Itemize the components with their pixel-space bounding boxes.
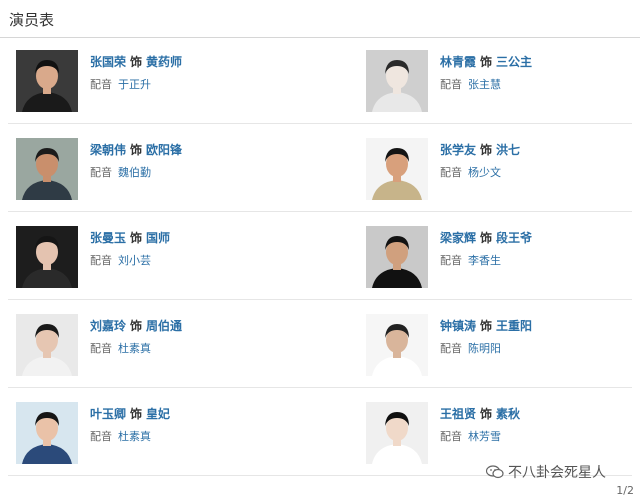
role-name-link[interactable]: 王重阳 bbox=[496, 319, 532, 333]
actor-photo[interactable] bbox=[366, 50, 428, 112]
as-label: 饰 bbox=[480, 55, 493, 69]
actor-name-link[interactable]: 林青霞 bbox=[440, 55, 476, 69]
actor-name-link[interactable]: 王祖贤 bbox=[440, 407, 476, 421]
dubbing-credit: 配音 杨少文 bbox=[440, 164, 501, 180]
cast-card[interactable]: 林青霞饰三公主 配音 张主慧 bbox=[366, 38, 640, 124]
cast-card[interactable]: 梁朝伟饰欧阳锋 配音 魏伯勤 bbox=[16, 126, 316, 212]
actor-name-link[interactable]: 刘嘉玲 bbox=[90, 319, 126, 333]
cast-credit: 钟镇涛饰王重阳 bbox=[440, 317, 532, 334]
as-label: 饰 bbox=[480, 143, 493, 157]
wechat-icon bbox=[485, 465, 504, 479]
as-label: 饰 bbox=[480, 319, 493, 333]
actor-photo[interactable] bbox=[366, 226, 428, 288]
actor-name-link[interactable]: 叶玉卿 bbox=[90, 407, 126, 421]
voice-actor-link[interactable]: 李香生 bbox=[468, 254, 501, 267]
cast-credit: 王祖贤饰素秋 bbox=[440, 405, 520, 422]
role-name-link[interactable]: 国师 bbox=[146, 231, 170, 245]
actor-photo[interactable] bbox=[366, 138, 428, 200]
dubbing-label: 配音 bbox=[90, 78, 112, 91]
as-label: 饰 bbox=[130, 231, 143, 245]
actor-photo[interactable] bbox=[16, 50, 78, 112]
wechat-watermark: 不八卦会死星人 bbox=[485, 462, 606, 482]
watermark-text: 不八卦会死星人 bbox=[508, 465, 606, 481]
actor-photo[interactable] bbox=[16, 226, 78, 288]
voice-actor-link[interactable]: 杜素真 bbox=[118, 430, 151, 443]
cast-credit: 林青霞饰三公主 bbox=[440, 53, 532, 70]
cast-card[interactable]: 刘嘉玲饰周伯通 配音 杜素真 bbox=[16, 302, 316, 388]
actor-name-link[interactable]: 梁家辉 bbox=[440, 231, 476, 245]
dubbing-label: 配音 bbox=[90, 166, 112, 179]
role-name-link[interactable]: 段王爷 bbox=[496, 231, 532, 245]
actor-photo[interactable] bbox=[366, 314, 428, 376]
role-name-link[interactable]: 素秋 bbox=[496, 407, 520, 421]
voice-actor-link[interactable]: 魏伯勤 bbox=[118, 166, 151, 179]
role-name-link[interactable]: 三公主 bbox=[496, 55, 532, 69]
as-label: 饰 bbox=[480, 407, 493, 421]
cast-credit: 刘嘉玲饰周伯通 bbox=[90, 317, 182, 334]
dubbing-credit: 配音 林芳雪 bbox=[440, 428, 501, 444]
dubbing-credit: 配音 李香生 bbox=[440, 252, 501, 268]
actor-photo[interactable] bbox=[366, 402, 428, 464]
actor-photo[interactable] bbox=[16, 138, 78, 200]
dubbing-label: 配音 bbox=[440, 78, 462, 91]
voice-actor-link[interactable]: 陈明阳 bbox=[468, 342, 501, 355]
actor-name-link[interactable]: 张曼玉 bbox=[90, 231, 126, 245]
as-label: 饰 bbox=[130, 407, 143, 421]
cast-card[interactable]: 张国荣饰黄药师 配音 于正升 bbox=[16, 38, 316, 124]
actor-photo[interactable] bbox=[16, 314, 78, 376]
role-name-link[interactable]: 洪七 bbox=[496, 143, 520, 157]
voice-actor-link[interactable]: 杜素真 bbox=[118, 342, 151, 355]
dubbing-label: 配音 bbox=[440, 254, 462, 267]
page-indicator: 1/2 bbox=[616, 484, 634, 497]
cast-row: 张曼玉饰国师 配音 刘小芸 梁家辉饰段王爷 配音 李香生 bbox=[8, 214, 632, 300]
cast-card[interactable]: 钟镇涛饰王重阳 配音 陈明阳 bbox=[366, 302, 640, 388]
role-name-link[interactable]: 皇妃 bbox=[146, 407, 170, 421]
cast-row: 刘嘉玲饰周伯通 配音 杜素真 钟镇涛饰王重阳 配音 陈明阳 bbox=[8, 302, 632, 388]
dubbing-label: 配音 bbox=[90, 254, 112, 267]
actor-photo[interactable] bbox=[16, 402, 78, 464]
actor-name-link[interactable]: 张学友 bbox=[440, 143, 476, 157]
cast-credit: 叶玉卿饰皇妃 bbox=[90, 405, 170, 422]
voice-actor-link[interactable]: 杨少文 bbox=[468, 166, 501, 179]
voice-actor-link[interactable]: 刘小芸 bbox=[118, 254, 151, 267]
dubbing-label: 配音 bbox=[440, 430, 462, 443]
dubbing-label: 配音 bbox=[90, 342, 112, 355]
dubbing-label: 配音 bbox=[440, 166, 462, 179]
cast-card[interactable]: 张曼玉饰国师 配音 刘小芸 bbox=[16, 214, 316, 300]
role-name-link[interactable]: 欧阳锋 bbox=[146, 143, 182, 157]
cast-card[interactable]: 叶玉卿饰皇妃 配音 杜素真 bbox=[16, 390, 316, 476]
actor-name-link[interactable]: 张国荣 bbox=[90, 55, 126, 69]
cast-row: 张国荣饰黄药师 配音 于正升 林青霞饰三公主 配音 张主慧 bbox=[8, 38, 632, 124]
dubbing-label: 配音 bbox=[90, 430, 112, 443]
dubbing-credit: 配音 刘小芸 bbox=[90, 252, 151, 268]
voice-actor-link[interactable]: 张主慧 bbox=[468, 78, 501, 91]
as-label: 饰 bbox=[130, 143, 143, 157]
dubbing-credit: 配音 于正升 bbox=[90, 76, 151, 92]
actor-name-link[interactable]: 梁朝伟 bbox=[90, 143, 126, 157]
voice-actor-link[interactable]: 于正升 bbox=[118, 78, 151, 91]
cast-credit: 梁家辉饰段王爷 bbox=[440, 229, 532, 246]
role-name-link[interactable]: 周伯通 bbox=[146, 319, 182, 333]
cast-credit: 张学友饰洪七 bbox=[440, 141, 520, 158]
dubbing-credit: 配音 张主慧 bbox=[440, 76, 501, 92]
dubbing-credit: 配音 陈明阳 bbox=[440, 340, 501, 356]
dubbing-label: 配音 bbox=[440, 342, 462, 355]
cast-row: 梁朝伟饰欧阳锋 配音 魏伯勤 张学友饰洪七 配音 杨少文 bbox=[8, 126, 632, 212]
page-title: 演员表 bbox=[9, 11, 55, 29]
dubbing-credit: 配音 魏伯勤 bbox=[90, 164, 151, 180]
dubbing-credit: 配音 杜素真 bbox=[90, 428, 151, 444]
role-name-link[interactable]: 黄药师 bbox=[146, 55, 182, 69]
dubbing-credit: 配音 杜素真 bbox=[90, 340, 151, 356]
cast-header: 演员表 bbox=[0, 0, 640, 38]
actor-name-link[interactable]: 钟镇涛 bbox=[440, 319, 476, 333]
cast-card[interactable]: 梁家辉饰段王爷 配音 李香生 bbox=[366, 214, 640, 300]
cast-credit: 张国荣饰黄药师 bbox=[90, 53, 182, 70]
cast-credit: 梁朝伟饰欧阳锋 bbox=[90, 141, 182, 158]
as-label: 饰 bbox=[130, 55, 143, 69]
cast-card[interactable]: 张学友饰洪七 配音 杨少文 bbox=[366, 126, 640, 212]
as-label: 饰 bbox=[480, 231, 493, 245]
cast-credit: 张曼玉饰国师 bbox=[90, 229, 170, 246]
voice-actor-link[interactable]: 林芳雪 bbox=[468, 430, 501, 443]
as-label: 饰 bbox=[130, 319, 143, 333]
